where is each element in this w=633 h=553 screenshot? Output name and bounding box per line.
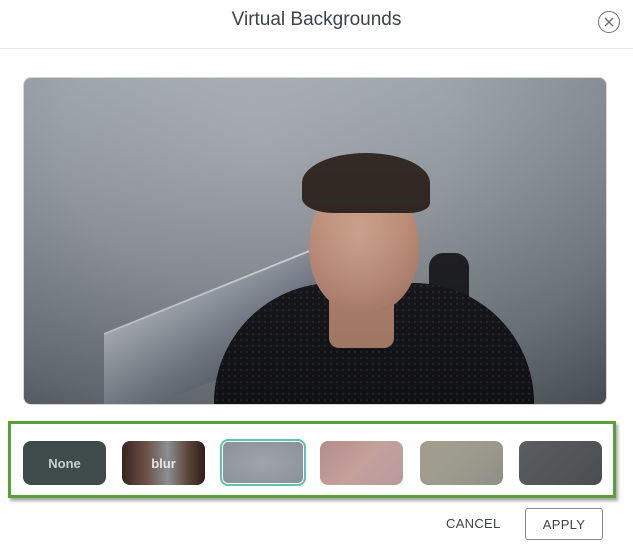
close-button[interactable] [598,11,620,33]
background-option-pink-gradient[interactable] [320,441,403,485]
close-icon [604,17,614,27]
cancel-button[interactable]: CANCEL [446,516,501,531]
background-option-none[interactable]: None [23,441,106,485]
background-option-label: blur [151,455,176,471]
background-option-label: None [48,455,81,471]
background-option-gray-texture[interactable] [220,439,306,486]
background-option-blur[interactable]: blur [122,441,205,485]
preview-shading [24,78,606,404]
background-option-beige-texture[interactable] [420,441,503,485]
background-option-dark-gray[interactable] [519,441,602,485]
camera-preview [23,77,607,405]
background-thumbnail-strip: None blur [8,421,616,498]
dialog-title: Virtual Backgrounds [231,9,402,30]
apply-button[interactable]: APPLY [525,508,603,540]
dialog-header: Virtual Backgrounds [0,0,633,49]
